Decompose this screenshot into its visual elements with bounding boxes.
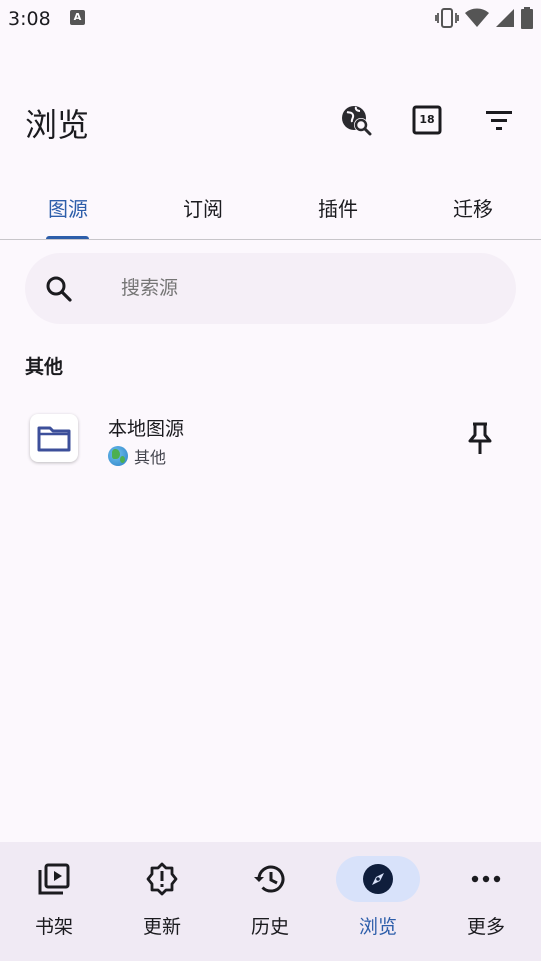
nav-icon-container — [12, 856, 96, 902]
nav-icon-container — [228, 856, 312, 902]
status-icons — [435, 7, 533, 29]
nav-item-library[interactable]: 书架 — [0, 842, 108, 961]
battery-icon — [521, 7, 533, 29]
nav-item-history[interactable]: 历史 — [216, 842, 324, 961]
alert-badge-icon — [146, 862, 178, 896]
search-bar[interactable] — [25, 253, 516, 324]
source-item-local[interactable]: 本地图源 其他 — [0, 400, 541, 480]
tab-bar: 图源 订阅 插件 迁移 — [0, 176, 541, 240]
nav-label: 历史 — [250, 916, 289, 938]
nav-icon-container — [120, 856, 204, 902]
tab-label: 插件 — [318, 197, 358, 221]
tab-indicator — [46, 236, 89, 239]
nav-label: 更多 — [466, 916, 505, 938]
tab-sources[interactable]: 图源 — [13, 176, 123, 239]
status-bar: 3:08 A — [0, 0, 541, 38]
page-title: 浏览 — [25, 106, 90, 144]
notification-a-icon: A — [70, 10, 85, 25]
nav-label: 书架 — [34, 916, 73, 938]
adult-badge-text: 18 — [419, 113, 435, 126]
vibrate-icon — [435, 8, 459, 28]
search-input[interactable] — [121, 253, 501, 324]
section-title: 其他 — [25, 356, 64, 378]
adult-filter-button[interactable]: 18 — [405, 98, 449, 142]
globe-search-button[interactable] — [334, 98, 378, 142]
source-language: 其他 — [108, 444, 166, 468]
nav-icon-container — [444, 856, 528, 902]
tab-label: 迁移 — [453, 197, 493, 221]
pin-icon — [468, 422, 492, 454]
source-language-label: 其他 — [134, 448, 167, 467]
nav-item-updates[interactable]: 更新 — [108, 842, 216, 961]
wifi-icon — [465, 8, 489, 27]
status-time: 3:08 — [8, 8, 51, 30]
history-icon — [254, 865, 285, 893]
globe-icon — [108, 446, 128, 466]
pin-button[interactable] — [458, 416, 502, 460]
tab-extensions[interactable]: 插件 — [283, 176, 393, 239]
source-icon — [30, 414, 78, 462]
tab-label: 订阅 — [183, 197, 223, 221]
search-icon — [46, 276, 72, 302]
nav-item-more[interactable]: 更多 — [432, 842, 540, 961]
filter-button[interactable] — [477, 98, 521, 142]
nav-icon-container — [336, 856, 420, 902]
compass-icon — [363, 864, 393, 894]
source-name: 本地图源 — [108, 418, 185, 440]
library-icon — [38, 863, 70, 895]
tab-label: 图源 — [48, 197, 88, 221]
tab-migrate[interactable]: 迁移 — [418, 176, 528, 239]
more-horizontal-icon — [471, 875, 501, 883]
globe-search-icon — [342, 106, 372, 136]
nav-label: 更新 — [142, 916, 181, 938]
screen: 3:08 A 浏览 18 图源 订阅 插件 迁移 搜索源 其他 本地图源 其他 … — [0, 0, 541, 961]
tab-subscriptions[interactable]: 订阅 — [148, 176, 258, 239]
nav-item-browse[interactable]: 浏览 — [324, 842, 432, 961]
signal-icon — [496, 9, 514, 27]
folder-icon — [37, 426, 71, 452]
filter-icon — [486, 111, 512, 130]
bottom-navigation: 书架 更新 历史 浏览 更多 — [0, 842, 541, 961]
nav-label: 浏览 — [358, 916, 397, 938]
